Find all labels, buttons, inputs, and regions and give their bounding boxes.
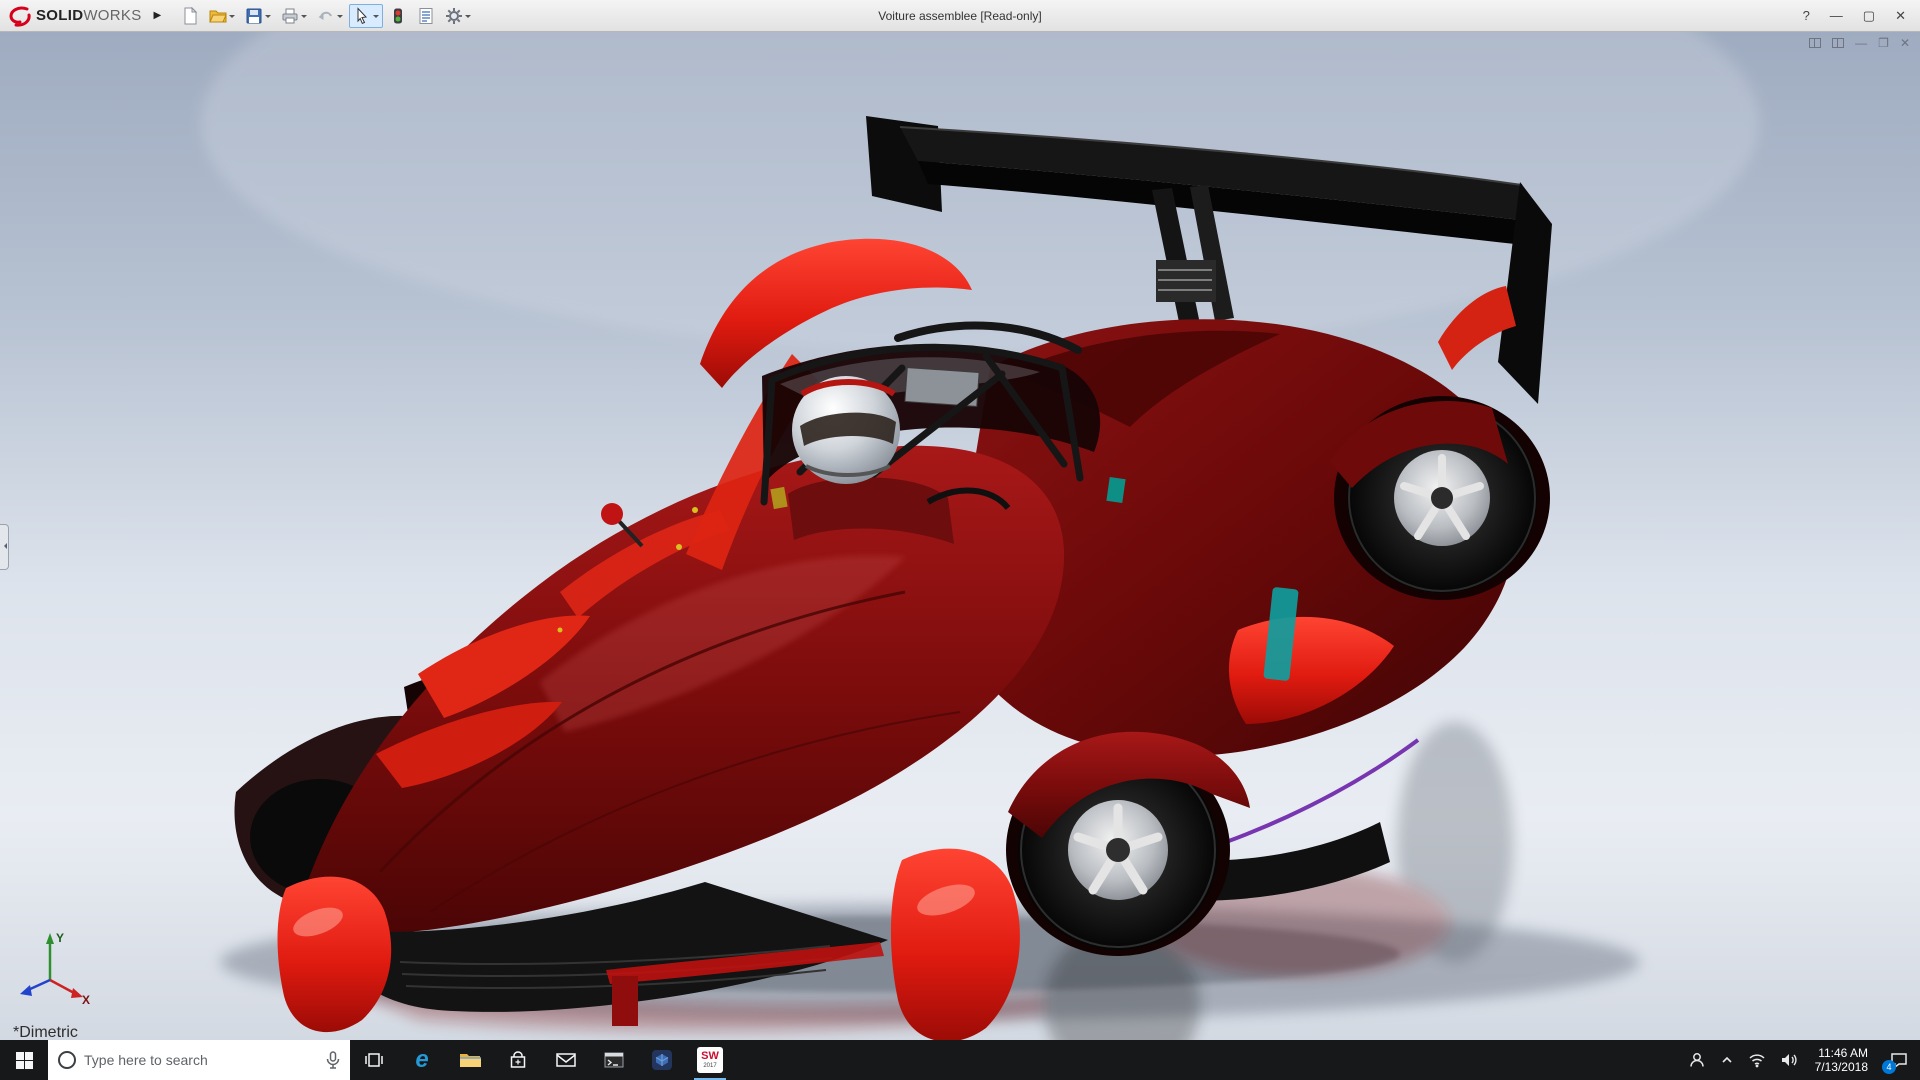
toolbar-flyout-arrow[interactable]: ▶ xyxy=(148,6,168,25)
dropdown-caret[interactable] xyxy=(265,15,271,21)
file-explorer-icon xyxy=(459,1051,481,1069)
windows-taskbar: e SW xyxy=(0,1040,1920,1080)
document-window-controls: — ❐ ✕ xyxy=(1809,37,1910,49)
show-hidden-icons-button[interactable] xyxy=(1713,1040,1741,1080)
doc-dock-left-icon[interactable] xyxy=(1809,38,1821,48)
3d-scene-car-model[interactable] xyxy=(0,32,1920,1040)
microphone-icon[interactable] xyxy=(326,1051,340,1069)
rebuild-button[interactable] xyxy=(385,4,411,28)
dropdown-caret[interactable] xyxy=(465,15,471,21)
rebuild-stoplight-icon xyxy=(389,7,407,25)
maximize-button[interactable]: ▢ xyxy=(1863,8,1875,24)
doc-restore-icon[interactable]: ❐ xyxy=(1878,37,1889,49)
terminal-icon xyxy=(604,1051,624,1069)
dropdown-caret[interactable] xyxy=(301,15,307,21)
wifi-icon xyxy=(1748,1052,1766,1068)
file-explorer-button[interactable] xyxy=(446,1040,494,1080)
solidworks-app-button[interactable]: SW 2017 xyxy=(686,1040,734,1080)
close-button[interactable]: ✕ xyxy=(1895,8,1906,24)
undo-button[interactable] xyxy=(313,4,347,28)
cortana-icon[interactable] xyxy=(58,1051,76,1069)
options-button[interactable] xyxy=(441,4,475,28)
clock-date: 7/13/2018 xyxy=(1815,1060,1868,1074)
titlebar: SOLIDWORKS ▶ xyxy=(0,0,1920,32)
file-properties-icon xyxy=(417,7,435,25)
file-properties-button[interactable] xyxy=(413,4,439,28)
select-button[interactable] xyxy=(349,4,383,28)
print-icon xyxy=(281,7,299,25)
view-orientation-label: *Dimetric xyxy=(13,1024,78,1040)
minimize-button[interactable]: — xyxy=(1830,8,1843,23)
doc-close-icon[interactable]: ✕ xyxy=(1900,37,1910,49)
chevron-up-icon xyxy=(1720,1053,1734,1067)
taskbar-clock[interactable]: 11:46 AM 7/13/2018 xyxy=(1805,1040,1878,1080)
media-app-button[interactable] xyxy=(638,1040,686,1080)
action-center-button[interactable]: 4 xyxy=(1878,1040,1920,1080)
select-cursor-icon xyxy=(353,7,371,25)
doc-dock-right-icon[interactable] xyxy=(1832,38,1844,48)
new-document-button[interactable] xyxy=(177,4,203,28)
open-button[interactable] xyxy=(205,4,239,28)
open-folder-icon xyxy=(209,7,227,25)
taskbar-search[interactable] xyxy=(48,1040,350,1080)
store-button[interactable] xyxy=(494,1040,542,1080)
speaker-icon xyxy=(1780,1052,1798,1068)
windows-logo-icon xyxy=(16,1052,33,1069)
dassault-swirl-icon xyxy=(8,5,32,27)
edge-button[interactable]: e xyxy=(398,1040,446,1080)
new-document-icon xyxy=(181,7,199,25)
graphics-viewport[interactable]: — ❐ ✕ Y X *Dimetric xyxy=(0,32,1920,1040)
doc-minimize-icon[interactable]: — xyxy=(1855,37,1867,49)
save-floppy-icon xyxy=(245,7,263,25)
terminal-app-button[interactable] xyxy=(590,1040,638,1080)
brand-works: WORKS xyxy=(83,7,141,24)
people-button[interactable] xyxy=(1681,1040,1713,1080)
triad-y-label: Y xyxy=(56,931,64,945)
task-view-button[interactable] xyxy=(350,1040,398,1080)
main-toolbar xyxy=(177,4,475,28)
mail-envelope-icon xyxy=(556,1052,576,1068)
save-button[interactable] xyxy=(241,4,275,28)
triad-x-label: X xyxy=(82,993,90,1006)
media-app-icon xyxy=(651,1049,673,1071)
help-button[interactable]: ? xyxy=(1803,8,1810,23)
options-gear-icon xyxy=(445,7,463,25)
start-button[interactable] xyxy=(0,1040,48,1080)
edge-icon: e xyxy=(415,1046,428,1074)
system-tray: 11:46 AM 7/13/2018 4 xyxy=(1681,1040,1920,1080)
feature-tree-flyout-tab[interactable] xyxy=(0,524,9,570)
task-view-icon xyxy=(364,1051,384,1069)
document-title: Voiture assemblee [Read-only] xyxy=(878,9,1041,23)
network-button[interactable] xyxy=(1741,1040,1773,1080)
volume-button[interactable] xyxy=(1773,1040,1805,1080)
window-controls: ? — ▢ ✕ xyxy=(1803,8,1912,24)
orientation-triad: Y X xyxy=(16,928,96,1006)
search-input[interactable] xyxy=(84,1052,318,1068)
brand-solid: SOLID xyxy=(36,7,83,24)
store-bag-icon xyxy=(509,1051,527,1069)
dropdown-caret[interactable] xyxy=(337,15,343,21)
undo-arrow-icon xyxy=(317,7,335,25)
mail-button[interactable] xyxy=(542,1040,590,1080)
people-icon xyxy=(1688,1051,1706,1069)
dropdown-caret[interactable] xyxy=(373,15,379,21)
dropdown-caret[interactable] xyxy=(229,15,235,21)
clock-time: 11:46 AM xyxy=(1818,1046,1868,1060)
print-button[interactable] xyxy=(277,4,311,28)
solidworks-app-icon: SW 2017 xyxy=(697,1047,723,1073)
solidworks-logo: SOLIDWORKS xyxy=(8,5,148,27)
notification-badge: 4 xyxy=(1882,1060,1896,1074)
